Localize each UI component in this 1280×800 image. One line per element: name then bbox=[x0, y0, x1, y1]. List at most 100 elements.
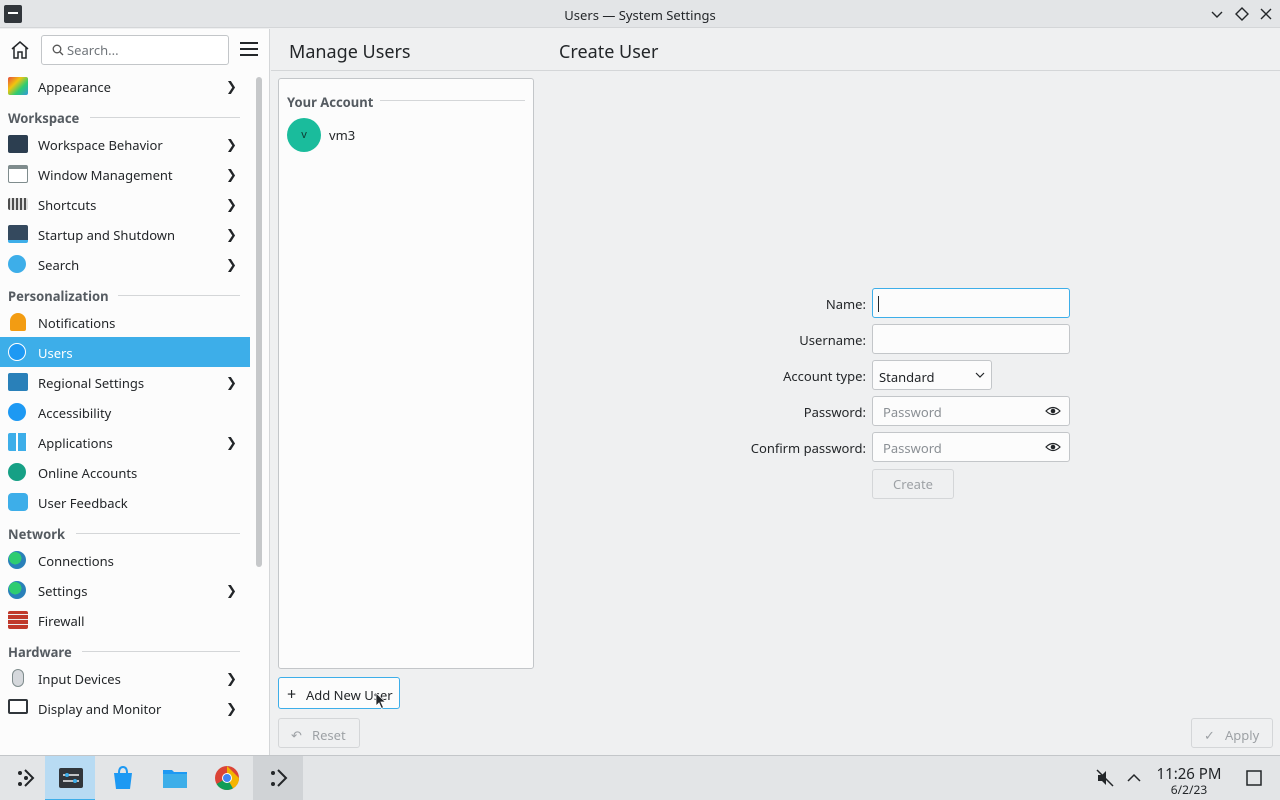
section-hardware: Hardware bbox=[0, 635, 250, 663]
sidebar-item-search[interactable]: Search ❯ bbox=[0, 249, 250, 279]
launcher-icon bbox=[18, 769, 35, 787]
sidebar-item-label: Settings bbox=[38, 582, 88, 600]
chrome-icon bbox=[215, 766, 239, 791]
chevron-right-icon: ❯ bbox=[226, 433, 237, 451]
sidebar-item-connections[interactable]: Connections bbox=[0, 545, 250, 575]
chevron-right-icon: ❯ bbox=[226, 135, 237, 153]
volume-muted-icon[interactable] bbox=[1095, 768, 1115, 788]
taskbar-discover[interactable] bbox=[97, 756, 147, 800]
username-input[interactable] bbox=[883, 331, 1043, 349]
sidebar-item-label: Display and Monitor bbox=[38, 700, 162, 718]
sidebar-item-label: Firewall bbox=[38, 612, 85, 630]
sidebar-item-display-and-monitor[interactable]: Display and Monitor ❯ bbox=[0, 693, 250, 723]
sidebar-header bbox=[0, 29, 269, 71]
password-field[interactable] bbox=[872, 396, 1070, 426]
reset-label: Reset bbox=[312, 726, 346, 744]
show-password-icon[interactable] bbox=[1045, 441, 1061, 453]
section-title: Hardware bbox=[8, 643, 72, 661]
sidebar-item-network-settings[interactable]: Settings ❯ bbox=[0, 575, 250, 605]
sidebar-item-applications[interactable]: Applications ❯ bbox=[0, 427, 250, 457]
taskbar-chrome[interactable] bbox=[201, 756, 251, 800]
sidebar-item-input-devices[interactable]: Input Devices ❯ bbox=[0, 663, 250, 693]
sidebar-item-label: Appearance bbox=[38, 78, 111, 96]
sidebar-item-startup-and-shutdown[interactable]: Startup and Shutdown ❯ bbox=[0, 219, 250, 249]
section-title: Workspace bbox=[8, 109, 80, 127]
maximize-icon[interactable] bbox=[1232, 4, 1252, 24]
sidebar-item-label: Input Devices bbox=[38, 670, 121, 688]
username-label: Username: bbox=[799, 331, 866, 349]
applications-icon bbox=[8, 433, 28, 451]
globe-icon bbox=[8, 581, 26, 599]
taskbar-file-manager[interactable] bbox=[149, 756, 199, 800]
sidebar-item-users[interactable]: Users bbox=[0, 337, 250, 367]
show-password-icon[interactable] bbox=[1045, 405, 1061, 417]
home-icon[interactable] bbox=[8, 38, 32, 62]
search-input[interactable] bbox=[67, 41, 222, 59]
chevron-right-icon: ❯ bbox=[226, 77, 237, 95]
name-label: Name: bbox=[825, 295, 866, 313]
chevron-up-icon[interactable] bbox=[1124, 768, 1144, 788]
confirm-password-field[interactable] bbox=[872, 432, 1070, 462]
mouse-pointer-icon bbox=[375, 692, 387, 710]
chevron-right-icon: ❯ bbox=[226, 255, 237, 273]
sidebar-item-label: Shortcuts bbox=[38, 196, 97, 214]
users-icon bbox=[8, 343, 26, 361]
monitor-icon bbox=[8, 699, 28, 714]
user-list-item[interactable]: v vm3 bbox=[287, 117, 527, 153]
sidebar: Appearance ❯ Workspace Workspace Behavio… bbox=[0, 29, 270, 755]
section-title: Network bbox=[8, 525, 66, 543]
appearance-icon bbox=[8, 77, 28, 95]
hamburger-menu-icon[interactable] bbox=[240, 42, 258, 58]
startup-icon bbox=[8, 225, 28, 243]
sidebar-item-accessibility[interactable]: Accessibility bbox=[0, 397, 250, 427]
apply-label: Apply bbox=[1225, 726, 1260, 744]
chevron-right-icon: ❯ bbox=[226, 699, 237, 717]
sidebar-item-label: Accessibility bbox=[38, 404, 112, 422]
sidebar-item-appearance[interactable]: Appearance ❯ bbox=[0, 71, 250, 101]
create-button[interactable]: Create bbox=[872, 469, 954, 499]
file-manager-icon bbox=[163, 770, 187, 788]
accounts-list-panel: Your Account v vm3 bbox=[278, 78, 534, 669]
system-settings-icon bbox=[59, 768, 83, 788]
search-field[interactable] bbox=[41, 35, 229, 65]
account-type-select[interactable]: Standard bbox=[872, 360, 992, 390]
taskbar-system-settings[interactable] bbox=[45, 756, 95, 800]
clock-date[interactable]: 6/2/23 bbox=[1150, 781, 1228, 798]
sidebar-item-label: Connections bbox=[38, 552, 114, 570]
name-input[interactable] bbox=[883, 295, 1043, 313]
page-title: Manage Users bbox=[289, 40, 411, 64]
subpage-title: Create User bbox=[559, 40, 659, 64]
user-name: vm3 bbox=[329, 126, 356, 144]
show-desktop-icon[interactable] bbox=[1244, 768, 1264, 788]
section-network: Network bbox=[0, 517, 250, 545]
password-input[interactable] bbox=[883, 403, 1043, 421]
chevron-right-icon: ❯ bbox=[226, 581, 237, 599]
sidebar-item-label: Applications bbox=[38, 434, 113, 452]
window-title: Users — System Settings bbox=[564, 6, 716, 24]
confirm-password-input[interactable] bbox=[883, 439, 1043, 457]
name-field[interactable] bbox=[872, 288, 1070, 318]
sidebar-item-window-management[interactable]: Window Management ❯ bbox=[0, 159, 250, 189]
username-field[interactable] bbox=[872, 324, 1070, 354]
sidebar-item-notifications[interactable]: Notifications bbox=[0, 307, 250, 337]
sidebar-item-label: Search bbox=[38, 256, 80, 274]
taskbar-running-app[interactable] bbox=[253, 756, 303, 800]
sidebar-item-label: Users bbox=[38, 344, 73, 362]
window-management-icon bbox=[8, 165, 28, 183]
close-icon[interactable] bbox=[1256, 4, 1276, 24]
sidebar-item-regional-settings[interactable]: Regional Settings ❯ bbox=[0, 367, 250, 397]
apply-button[interactable]: ✓ Apply bbox=[1191, 718, 1273, 748]
reset-button[interactable]: ↶ Reset bbox=[278, 718, 360, 748]
your-account-heading: Your Account bbox=[287, 93, 374, 111]
sidebar-item-online-accounts[interactable]: Online Accounts bbox=[0, 457, 250, 487]
sidebar-item-user-feedback[interactable]: User Feedback bbox=[0, 487, 250, 517]
sidebar-item-shortcuts[interactable]: Shortcuts ❯ bbox=[0, 189, 250, 219]
sidebar-item-workspace-behavior[interactable]: Workspace Behavior ❯ bbox=[0, 129, 250, 159]
application-launcher-button[interactable] bbox=[0, 756, 50, 800]
sidebar-item-label: User Feedback bbox=[38, 494, 128, 512]
sidebar-item-firewall[interactable]: Firewall bbox=[0, 605, 250, 635]
confirm-password-label: Confirm password: bbox=[750, 439, 866, 457]
minimize-icon[interactable] bbox=[1207, 4, 1227, 24]
sidebar-scrollbar[interactable] bbox=[256, 77, 262, 567]
firewall-icon bbox=[8, 611, 28, 629]
